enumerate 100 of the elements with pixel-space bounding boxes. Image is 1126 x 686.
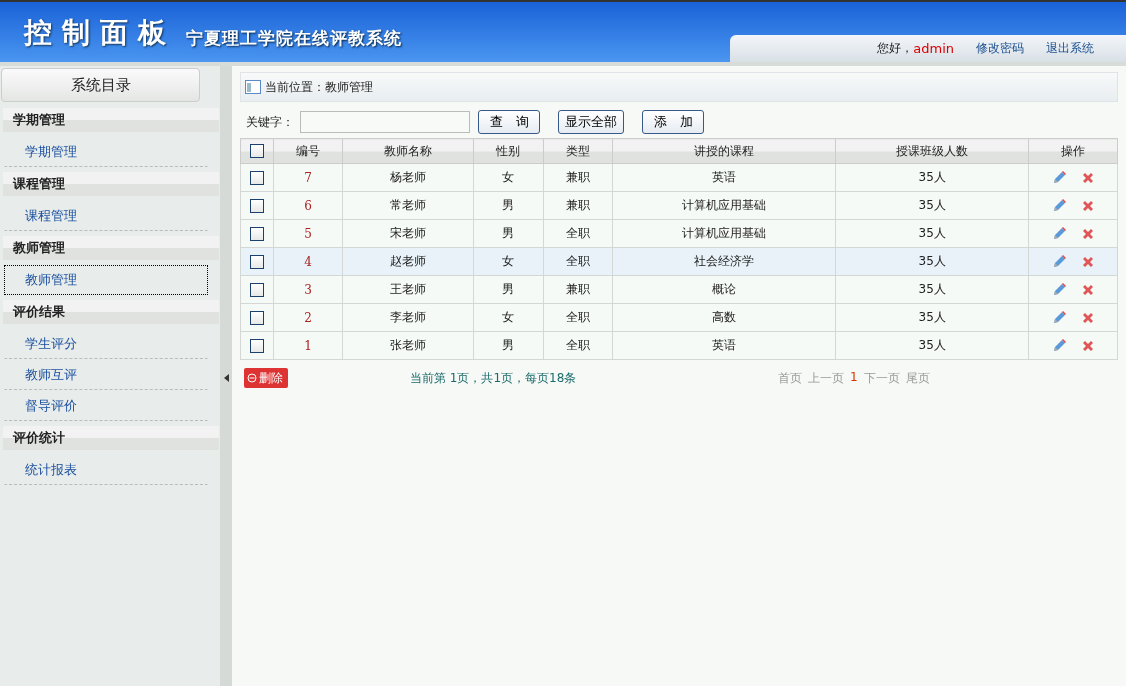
pencil-icon[interactable] — [1052, 338, 1066, 353]
pencil-icon[interactable] — [1052, 310, 1066, 325]
page-info: 当前第 1页，共1页，每页18条 — [410, 369, 578, 387]
table-cell: 全职 — [543, 247, 613, 276]
pencil-icon[interactable] — [1052, 226, 1066, 241]
row-checkbox[interactable] — [250, 310, 264, 325]
table-cell: 张老师 — [342, 331, 474, 360]
table-cell: 赵老师 — [342, 247, 474, 276]
sidebar-group-header: 教师管理 — [3, 236, 219, 260]
table-cell: 男 — [473, 219, 544, 248]
toolbar-button[interactable]: 查 询 — [478, 110, 540, 134]
table-cell: 女 — [473, 163, 544, 192]
pencil-icon[interactable] — [1052, 170, 1066, 185]
sidebar-group-header: 评价结果 — [3, 300, 219, 324]
table-cell: 兼职 — [543, 163, 613, 192]
delete-icon[interactable] — [1082, 171, 1094, 184]
table-cell: 35人 — [835, 247, 1029, 276]
keyword-field[interactable] — [300, 111, 470, 133]
app-subtitle: 宁夏理工学院在线评教系统 — [186, 27, 402, 50]
table-cell: 3 — [273, 275, 343, 304]
header-link[interactable]: 退出系统 — [1046, 40, 1094, 57]
column-header: 类型 — [543, 138, 613, 164]
table-cell: 王老师 — [342, 275, 474, 304]
minus-icon — [247, 373, 257, 383]
app-title: 控制面板 — [24, 15, 176, 51]
table-cell: 男 — [473, 275, 544, 304]
table-cell: 社会经济学 — [612, 247, 836, 276]
table-cell: 2 — [273, 303, 343, 332]
table-cell: 男 — [473, 191, 544, 220]
table-cell: 常老师 — [342, 191, 474, 220]
sidebar-item[interactable]: 课程管理 — [4, 201, 208, 231]
column-header: 教师名称 — [342, 138, 474, 164]
table-cell: 1 — [273, 331, 343, 360]
table-cell: 英语 — [612, 163, 836, 192]
table-cell: 计算机应用基础 — [612, 191, 836, 220]
table-cell: 35人 — [835, 219, 1029, 248]
sidebar-item[interactable]: 学期管理 — [4, 137, 208, 167]
delete-icon[interactable] — [1082, 199, 1094, 212]
table-cell: 杨老师 — [342, 163, 474, 192]
collapse-arrow-icon[interactable] — [223, 374, 229, 382]
table-cell: 高数 — [612, 303, 836, 332]
sidebar-title: 系统目录 — [1, 68, 200, 102]
table-cell: 35人 — [835, 303, 1029, 332]
breadcrumb-text: 当前位置：教师管理 — [265, 78, 373, 96]
row-checkbox[interactable] — [250, 282, 264, 297]
sidebar-item[interactable]: 统计报表 — [4, 455, 208, 485]
table-cell: 4 — [273, 247, 343, 276]
pencil-icon[interactable] — [1052, 254, 1066, 269]
table-cell: 女 — [473, 303, 544, 332]
table-cell: 英语 — [612, 331, 836, 360]
table-cell: 兼职 — [543, 191, 613, 220]
row-checkbox[interactable] — [250, 170, 264, 185]
pencil-icon[interactable] — [1052, 198, 1066, 213]
sidebar-item[interactable]: 督导评价 — [4, 391, 208, 421]
sidebar-group-header: 课程管理 — [3, 172, 219, 196]
table-cell: 计算机应用基础 — [612, 219, 836, 248]
sidebar-group-header: 评价统计 — [3, 426, 219, 450]
table-cell: 35人 — [835, 163, 1029, 192]
table-cell: 兼职 — [543, 275, 613, 304]
sidebar-group-header: 学期管理 — [3, 108, 219, 132]
table-cell: 35人 — [835, 191, 1029, 220]
delete-icon[interactable] — [1082, 255, 1094, 268]
table-cell: 男 — [473, 331, 544, 360]
table-cell: 5 — [273, 219, 343, 248]
sidebar-item[interactable]: 学生评分 — [4, 329, 208, 359]
table-cell: 全职 — [543, 303, 613, 332]
toolbar-button[interactable]: 显示全部 — [558, 110, 624, 134]
row-checkbox[interactable] — [250, 226, 264, 241]
table-cell: 李老师 — [342, 303, 474, 332]
row-checkbox[interactable] — [250, 198, 264, 213]
table-cell: 全职 — [543, 219, 613, 248]
table-cell: 35人 — [835, 275, 1029, 304]
row-checkbox[interactable] — [250, 338, 264, 353]
user-name: admin — [913, 41, 954, 56]
row-checkbox[interactable] — [250, 254, 264, 269]
delete-icon[interactable] — [1082, 227, 1094, 240]
sidebar-item[interactable]: 教师互评 — [4, 360, 208, 390]
delete-button[interactable]: 删除 — [244, 368, 288, 388]
delete-icon[interactable] — [1082, 339, 1094, 352]
toolbar-button[interactable]: 添 加 — [642, 110, 704, 134]
pager-link[interactable]: 1 — [850, 369, 858, 387]
column-header: 性别 — [473, 138, 544, 164]
greeting-text: 您好， — [877, 40, 914, 57]
table-cell: 35人 — [835, 331, 1029, 360]
delete-icon[interactable] — [1082, 311, 1094, 324]
header-link[interactable]: 修改密码 — [976, 40, 1024, 57]
sidebar-item[interactable]: 教师管理 — [4, 265, 208, 295]
column-header: 编号 — [273, 138, 343, 164]
delete-icon[interactable] — [1082, 283, 1094, 296]
column-header: 授课班级人数 — [835, 138, 1029, 164]
list-icon — [245, 80, 261, 94]
table-cell: 宋老师 — [342, 219, 474, 248]
keyword-label: 关键字： — [246, 113, 294, 131]
column-header: 讲授的课程 — [612, 138, 836, 164]
table-cell: 7 — [273, 163, 343, 192]
pencil-icon[interactable] — [1052, 282, 1066, 297]
table-cell: 女 — [473, 247, 544, 276]
table-cell: 6 — [273, 191, 343, 220]
table-cell: 概论 — [612, 275, 836, 304]
select-all-checkbox[interactable] — [250, 144, 264, 159]
